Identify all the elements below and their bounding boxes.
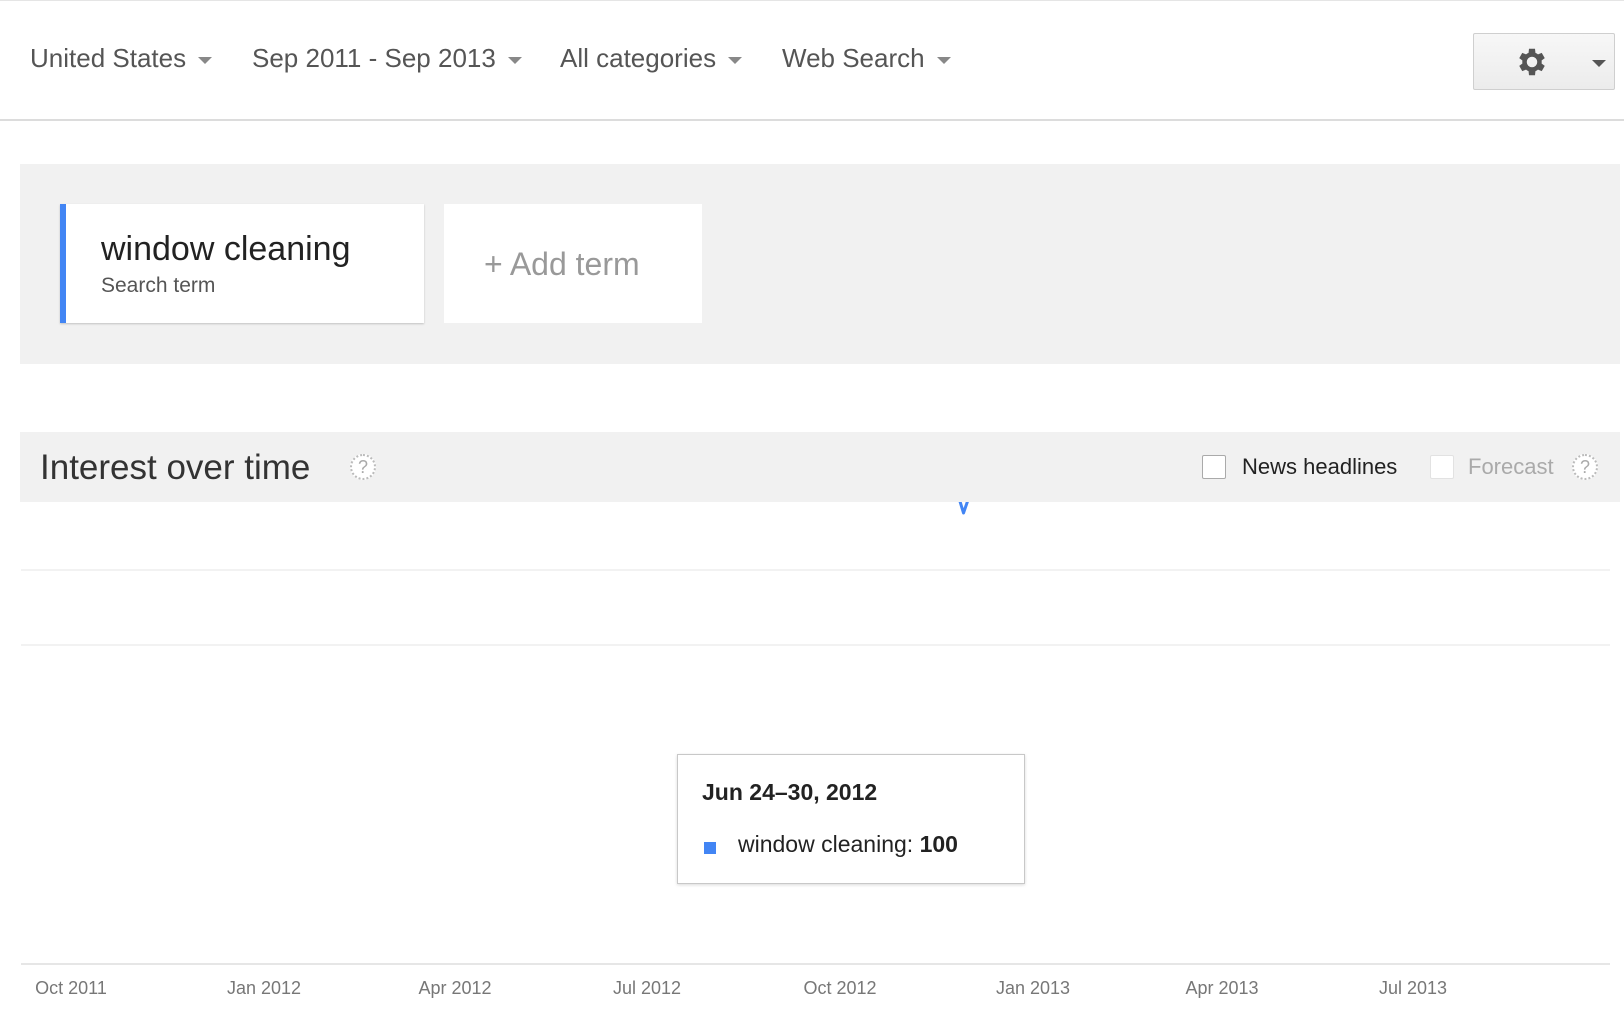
search-type-dropdown[interactable]: Web Search	[782, 43, 951, 74]
add-term-button[interactable]: + Add term	[444, 204, 702, 323]
filter-bar: United States Sep 2011 - Sep 2013 All ca…	[0, 0, 1624, 121]
tooltip-value: 100	[919, 831, 958, 857]
search-type-label: Web Search	[782, 43, 925, 73]
date-range-label: Sep 2011 - Sep 2013	[252, 43, 496, 73]
tooltip-series: window cleaning:	[738, 831, 914, 857]
forecast-label: Forecast	[1468, 454, 1554, 479]
category-label: All categories	[560, 43, 717, 73]
x-tick-label: Jan 2012	[227, 978, 301, 998]
terms-panel: window cleaning Search term + Add term	[20, 164, 1620, 364]
news-headlines-checkbox[interactable]	[1202, 455, 1226, 479]
help-icon[interactable]: ?	[350, 454, 376, 480]
chart-tooltip: Jun 24–30, 2012 window cleaning: 100	[677, 754, 1025, 884]
chevron-down-icon	[728, 57, 743, 64]
term-name: window cleaning	[101, 230, 351, 268]
region-label: United States	[30, 43, 187, 73]
date-range-dropdown[interactable]: Sep 2011 - Sep 2013	[252, 43, 522, 74]
settings-button[interactable]	[1473, 33, 1615, 90]
x-tick-label: Jan 2013	[996, 978, 1070, 998]
section-title: Interest over time	[40, 448, 311, 487]
news-headlines-label: News headlines	[1242, 454, 1398, 479]
x-tick-label: Oct 2012	[803, 978, 876, 998]
series-line-window-cleaning	[958, 502, 969, 515]
series-swatch	[704, 842, 716, 854]
x-tick-label: Jul 2012	[613, 978, 681, 998]
x-tick-label: Apr 2013	[1185, 978, 1258, 998]
forecast-help-icon[interactable]: ?	[1572, 454, 1598, 480]
term-card[interactable]: window cleaning Search term	[60, 204, 424, 323]
tooltip-value-row: window cleaning: 100	[738, 831, 958, 858]
add-term-label: + Add term	[484, 246, 640, 282]
chevron-down-icon	[198, 57, 213, 64]
gear-icon	[1519, 48, 1545, 76]
chevron-down-icon	[936, 57, 951, 64]
interest-over-time-header: Interest over time ? News headlines Fore…	[20, 432, 1620, 502]
x-tick-label: Oct 2011	[35, 978, 107, 998]
tooltip-date: Jun 24–30, 2012	[702, 779, 878, 805]
x-tick-label: Apr 2012	[418, 978, 491, 998]
region-dropdown[interactable]: United States	[30, 43, 213, 74]
chevron-down-icon	[1592, 60, 1606, 67]
category-dropdown[interactable]: All categories	[560, 43, 743, 74]
forecast-checkbox[interactable]	[1430, 455, 1454, 479]
chevron-down-icon	[507, 57, 522, 64]
x-tick-label: Jul 2013	[1379, 978, 1447, 998]
term-type: Search term	[101, 274, 216, 297]
